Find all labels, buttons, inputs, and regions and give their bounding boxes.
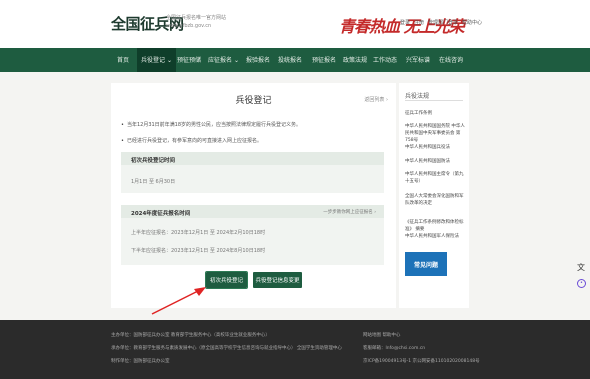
footer-icp: 京ICP备19004913号-1 京公网安备11010202008148号: [363, 359, 480, 364]
sidebar-item[interactable]: 《征兵工作条例修改和体检标准》 摘要: [405, 219, 465, 233]
sidebar: 兵役法规 征兵工作条例 中华人民共和国国务院 中华人民共和国中央军事委员会 第7…: [399, 83, 469, 308]
back-to-list-link[interactable]: 返回列表 ›: [364, 96, 388, 103]
register-link[interactable]: 注册: [414, 19, 424, 26]
nav-registration-label: 兵役登记: [141, 57, 166, 64]
sidebar-item[interactable]: 全国人大常委会深化国防和军队改革的决定: [405, 193, 465, 207]
admin-login-link[interactable]: 管理部门登录: [428, 19, 458, 26]
first-registration-section: 初次兵役登记时间 1月1日 至 6月30日: [121, 152, 384, 193]
note-2: 已经进行兵役登记，有参军意向的可直接进入网上应征报名。: [121, 137, 262, 144]
sidebar-item[interactable]: 中华人民共和国国防法: [405, 158, 465, 165]
nav-policy[interactable]: 预征报名: [312, 55, 336, 64]
registration-change-button[interactable]: 兵役登记信息变更: [253, 272, 302, 288]
faq-banner[interactable]: 常见问题: [405, 252, 447, 276]
sidebar-title: 兵役法规: [405, 93, 430, 100]
section-title: 初次兵役登记时间: [121, 152, 384, 165]
red-arrow-icon: [151, 287, 206, 315]
help-center-footer-link[interactable]: 帮助中心: [382, 333, 400, 338]
nav-registration[interactable]: 兵役登记 ⌄: [137, 48, 176, 72]
sidebar-item[interactable]: 中华人民共和国主席令（第九十五号）: [405, 171, 465, 185]
nav-consult[interactable]: 兴军标谱: [406, 55, 430, 64]
divider: [405, 100, 463, 101]
sitemap-link[interactable]: 网站地图: [363, 333, 381, 338]
translate-icon[interactable]: 文: [577, 262, 585, 273]
nav-exam-apply[interactable]: 报验报名: [246, 55, 270, 64]
site-subtitle: 全国征兵报名唯一官方网站: [166, 15, 227, 21]
nav-spectrum[interactable]: 工作动态: [373, 55, 397, 64]
header: 全国征兵网 全国征兵报名唯一官方网站 www.gfbzb.gov.cn 青春热血…: [0, 0, 590, 48]
nav-news[interactable]: 政策法规: [343, 55, 367, 64]
nav-learning[interactable]: 在线咨询: [439, 55, 463, 64]
first-registration-button[interactable]: 初次兵役登记: [205, 271, 248, 289]
footer-sponsor: 主办单位：国防部征兵办公室 教育部学生服务中心（高校毕业生就业服务中心）: [111, 333, 270, 338]
sidebar-item[interactable]: 中华人民共和国军人保险法: [405, 233, 465, 240]
footer-producer: 制作单位：国防部征兵办公室: [111, 359, 170, 364]
nav-pre-recruit[interactable]: 预征预储: [177, 55, 201, 64]
nav-apply[interactable]: 应征报名 ⌄: [208, 55, 239, 64]
sidebar-item[interactable]: 征兵工作条例: [405, 110, 465, 117]
second-half-dates: 下半年应征报名：2023年12月1日 至 2024年8月10日18时: [131, 248, 266, 254]
faq-label: 常见问题: [413, 262, 438, 269]
top-links: 登录 注册 管理部门登录 帮助中心: [400, 19, 486, 26]
footer: 主办单位：国防部征兵办公室 教育部学生服务中心（高校毕业生就业服务中心） 承办单…: [0, 320, 590, 379]
footer-sitemap: 网站地图 帮助中心: [363, 332, 400, 338]
footer-email: 客服邮箱：lnfo@chsi.com.cn: [363, 346, 426, 351]
nav-cadet-apply[interactable]: 投统报名: [278, 55, 302, 64]
help-center-link[interactable]: 帮助中心: [462, 19, 482, 26]
chat-icon[interactable]: •: [577, 279, 586, 288]
chevron-down-icon: ⌄: [233, 57, 239, 64]
nav-apply-label: 应征报名: [208, 57, 233, 64]
chevron-down-icon: ⌄: [166, 57, 172, 64]
footer-organizer: 承办单位：教育部学生服务与素质发展中心（原全国高等学校学生信息咨询与就业指导中心…: [111, 346, 342, 351]
first-half-dates: 上半年应征报名：2023年12月1日 至 2024年2月10日18时: [131, 230, 266, 236]
sidebar-item[interactable]: 中华人民共和国国务院 中华人民共和国中央军事委员会 第758号: [405, 123, 465, 144]
page-title: 兵役登记: [235, 96, 272, 106]
note-1: 当年12月31日前年满18岁的男性公民，应当按照法律规定履行兵役登记义务。: [121, 121, 301, 128]
main-nav: 首页 兵役登记 ⌄ 预征预储 应征报名 ⌄ 报验报名 投统报名 预征报名 政策法…: [0, 48, 590, 72]
first-registration-dates: 1月1日 至 6月30日: [131, 179, 176, 185]
enlistment-section: 2024年度征兵报名时间 一步步教你网上应征报名 › 上半年应征报名：2023年…: [121, 205, 384, 265]
tutorial-link[interactable]: 一步步教你网上应征报名 ›: [323, 209, 376, 215]
nav-home[interactable]: 首页: [117, 55, 129, 64]
login-link[interactable]: 登录: [400, 19, 410, 26]
site-url: www.gfbzb.gov.cn: [166, 23, 212, 29]
sidebar-item[interactable]: 中华人民共和国兵役法: [405, 144, 465, 151]
